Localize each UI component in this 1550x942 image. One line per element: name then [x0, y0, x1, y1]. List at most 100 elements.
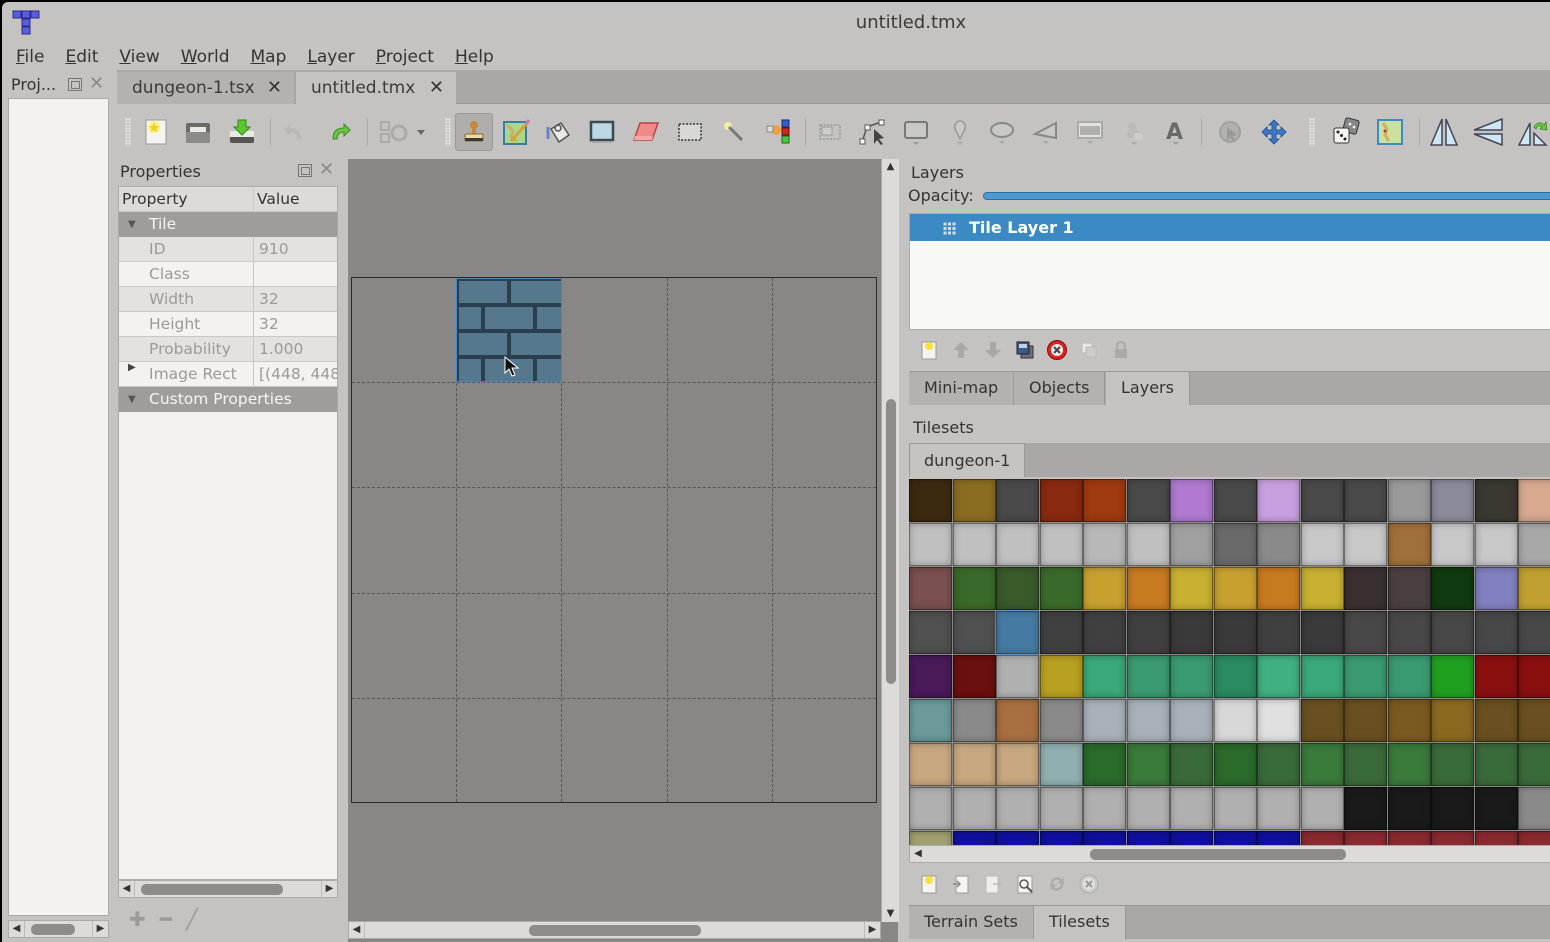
add-property-icon[interactable]: ✚: [129, 907, 146, 931]
tileset-tile[interactable]: [952, 479, 996, 522]
wang-fill-button[interactable]: [1371, 113, 1409, 151]
tileset-tile[interactable]: [1126, 699, 1170, 742]
tileset-tile[interactable]: [1126, 787, 1170, 830]
float-panel-icon[interactable]: [68, 78, 82, 91]
tileset-tile[interactable]: [1518, 567, 1550, 610]
tileset-tile[interactable]: [1387, 611, 1431, 654]
tileset-tile[interactable]: [952, 611, 996, 654]
open-button[interactable]: [179, 113, 217, 151]
tileset-tile[interactable]: [1344, 611, 1387, 654]
property-row-height[interactable]: Height 32: [119, 312, 337, 337]
tileset-tile[interactable]: [1170, 831, 1213, 845]
tileset-tile[interactable]: [1039, 567, 1083, 610]
tileset-tile[interactable]: [1170, 523, 1213, 566]
tileset-tile[interactable]: [909, 523, 952, 566]
toolbar-grip[interactable]: [125, 118, 131, 146]
tileset-tile[interactable]: [1170, 655, 1213, 698]
tileset-tile[interactable]: [952, 699, 996, 742]
tileset-tile[interactable]: [1083, 743, 1126, 786]
lower-layer-icon[interactable]: [982, 339, 1004, 361]
insert-ellipse-button[interactable]: [983, 113, 1021, 151]
tileset-tile[interactable]: [1083, 611, 1126, 654]
scroll-up-icon[interactable]: ▲: [882, 159, 899, 175]
tileset-tile[interactable]: [909, 787, 952, 830]
tileset-tile[interactable]: [1300, 479, 1344, 522]
tileset-tile[interactable]: [1300, 831, 1344, 845]
tileset-tile[interactable]: [1257, 567, 1300, 610]
tileset-tile[interactable]: [1474, 655, 1518, 698]
tileset-tile[interactable]: [1126, 567, 1170, 610]
terrain-brush-button[interactable]: [497, 113, 535, 151]
tileset-tile[interactable]: [1387, 479, 1431, 522]
tileset-tile[interactable]: [1387, 743, 1431, 786]
tab-dungeon-1[interactable]: dungeon-1: [909, 443, 1026, 477]
tileset-tile[interactable]: [1039, 479, 1083, 522]
scroll-left-icon[interactable]: ◀: [119, 881, 135, 897]
tileset-tile[interactable]: [1344, 523, 1387, 566]
property-value[interactable]: 1.000: [254, 337, 337, 362]
collapse-icon[interactable]: ▼: [128, 387, 136, 412]
tileset-tile[interactable]: [909, 567, 952, 610]
tileset-tile[interactable]: [996, 743, 1039, 786]
tab-tilesets[interactable]: Tilesets: [1034, 906, 1126, 939]
tileset-tile[interactable]: [1431, 479, 1474, 522]
tileset-tile[interactable]: [952, 787, 996, 830]
scroll-thumb[interactable]: [529, 925, 701, 936]
remove-layer-icon[interactable]: [1046, 339, 1068, 361]
tab-objects[interactable]: Objects: [1014, 372, 1106, 405]
tileset-tile[interactable]: [1518, 479, 1550, 522]
tileset-tile[interactable]: [1474, 699, 1518, 742]
tileset-tile[interactable]: [1300, 611, 1344, 654]
tileset-tile[interactable]: [1344, 831, 1387, 845]
column-header-property[interactable]: Property: [119, 187, 254, 212]
scroll-left-icon[interactable]: ◀: [910, 846, 926, 862]
map-hscrollbar[interactable]: ◀ ▶: [348, 921, 881, 939]
tileset-tile[interactable]: [1126, 743, 1170, 786]
tileset-tile[interactable]: [1083, 655, 1126, 698]
tileset-tile[interactable]: [1387, 567, 1431, 610]
scroll-thumb[interactable]: [141, 884, 283, 895]
layers-list[interactable]: Tile Layer 1: [909, 213, 1550, 330]
tileset-tile[interactable]: [1344, 743, 1387, 786]
tileset-tile[interactable]: [1518, 611, 1550, 654]
tileset-tile[interactable]: [1039, 743, 1083, 786]
tileset-tile[interactable]: [1213, 699, 1257, 742]
tileset-tile[interactable]: [1431, 699, 1474, 742]
tileset-tile[interactable]: [996, 479, 1039, 522]
tileset-tile[interactable]: [1126, 655, 1170, 698]
menu-edit[interactable]: Edit: [65, 44, 98, 70]
tileset-tile[interactable]: [952, 743, 996, 786]
tileset-tile[interactable]: [1213, 831, 1257, 845]
tileset-tile[interactable]: [1474, 743, 1518, 786]
properties-hscrollbar[interactable]: ◀ ▶: [118, 880, 338, 898]
eraser-button[interactable]: [627, 113, 665, 151]
tileset-tile[interactable]: [1431, 523, 1474, 566]
tileset-tile[interactable]: [1431, 655, 1474, 698]
tileset-tile[interactable]: [1387, 655, 1431, 698]
insert-point-button[interactable]: [941, 113, 979, 151]
menu-file[interactable]: File: [16, 44, 44, 70]
tileset-tile[interactable]: [1126, 523, 1170, 566]
new-button[interactable]: [137, 113, 175, 151]
insert-text-button[interactable]: A: [1157, 113, 1195, 151]
property-value[interactable]: 32: [254, 287, 337, 312]
tileset-tile[interactable]: [1039, 611, 1083, 654]
edit-tileset-icon[interactable]: [1014, 873, 1036, 895]
tileset-tile[interactable]: [952, 567, 996, 610]
tab-layers[interactable]: Layers: [1106, 372, 1190, 405]
tileset-tile[interactable]: [1518, 655, 1550, 698]
close-tab-icon[interactable]: ✕: [429, 72, 444, 104]
tileset-tile[interactable]: [909, 831, 952, 845]
undo-button[interactable]: [275, 113, 313, 151]
float-panel-icon[interactable]: [298, 164, 312, 177]
tileset-tile[interactable]: [1474, 831, 1518, 845]
save-button[interactable]: [223, 113, 261, 151]
group-custom-properties[interactable]: ▼ Custom Properties: [119, 387, 337, 412]
tileset-tile[interactable]: [1474, 523, 1518, 566]
insert-tile-button[interactable]: [1071, 113, 1109, 151]
lock-layer-icon[interactable]: [1110, 339, 1132, 361]
property-value[interactable]: [254, 262, 337, 287]
rectangular-select-button[interactable]: [671, 113, 709, 151]
tileset-view[interactable]: [909, 479, 1550, 845]
column-header-value[interactable]: Value: [254, 187, 337, 212]
